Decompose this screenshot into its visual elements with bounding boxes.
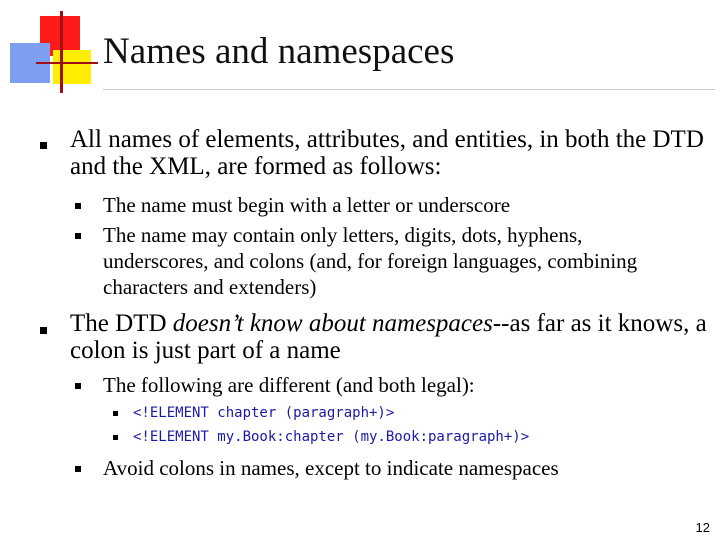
bullet-2-text: The DTD doesn’t know about namespaces--a… xyxy=(70,310,710,364)
page-number: 12 xyxy=(695,520,710,535)
code-bullet-marker xyxy=(113,435,118,440)
bullet-marker xyxy=(40,327,47,334)
bullet-2-text-italic: doesn’t know about namespaces xyxy=(172,310,493,337)
bullet-marker xyxy=(40,142,47,149)
logo-horizontal-line xyxy=(36,62,98,64)
bullet-2-sub-1: The following are different (and both le… xyxy=(103,373,475,397)
code-line-1: <!ELEMENT chapter (paragraph+)> xyxy=(133,405,395,421)
sub-bullet-marker xyxy=(75,233,81,239)
bullet-1-text: All names of elements, attributes, and e… xyxy=(70,126,704,180)
slide-title: Names and namespaces xyxy=(103,31,455,72)
sub-bullet-marker xyxy=(75,203,81,209)
slide-logo xyxy=(0,0,100,100)
bullet-2-text-pre: The DTD xyxy=(70,310,173,337)
logo-yellow-square xyxy=(53,50,91,84)
sub-bullet-marker xyxy=(75,383,81,389)
bullet-2-sub-2: Avoid colons in names, except to indicat… xyxy=(103,456,559,480)
sub-bullet-marker xyxy=(75,466,81,472)
code-bullet-marker xyxy=(113,411,118,416)
bullet-1-sub-1: The name must begin with a letter or und… xyxy=(103,193,511,217)
bullet-1-sub-2: The name may contain only letters, digit… xyxy=(103,223,638,299)
logo-vertical-line xyxy=(60,11,63,93)
code-line-2: <!ELEMENT my.Book:chapter (my.Book:parag… xyxy=(133,429,530,445)
title-underline xyxy=(103,89,715,90)
